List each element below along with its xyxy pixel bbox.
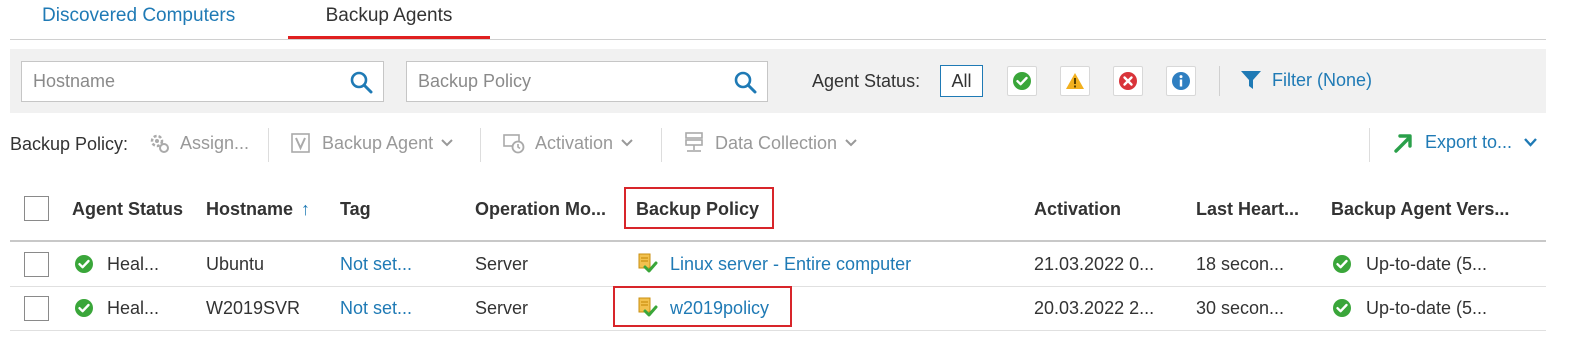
column-tag[interactable]: Tag	[340, 199, 371, 220]
hostname-search-input[interactable]	[33, 71, 333, 92]
error-icon	[1119, 72, 1137, 90]
activation-icon	[503, 134, 525, 154]
activation-label: Activation	[535, 132, 614, 153]
policy-search-input[interactable]	[418, 71, 718, 92]
status-error-button[interactable]	[1113, 66, 1143, 96]
healthy-icon	[1333, 255, 1351, 273]
sort-ascending-icon: ↑	[301, 199, 311, 219]
search-icon[interactable]	[349, 70, 373, 94]
filter-bar: Agent Status: All Filter (None)	[10, 49, 1546, 113]
export-arrow-icon	[1394, 133, 1412, 153]
row-checkbox[interactable]	[24, 296, 49, 321]
tab-bar: Discovered Computers Backup Agents	[10, 0, 1546, 40]
status-warning-button[interactable]	[1060, 66, 1090, 96]
column-last-heartbeat[interactable]: Last Heart...	[1196, 199, 1299, 220]
column-agent-status[interactable]: Agent Status	[72, 199, 183, 220]
operation-mode-cell: Server	[475, 254, 529, 274]
chevron-down-icon	[845, 139, 857, 147]
data-collection-icon	[685, 132, 703, 152]
tab-discovered-computers[interactable]: Discovered Computers	[42, 0, 235, 38]
agent-status-label: Agent Status:	[812, 71, 921, 91]
activation-cell: 20.03.2022 2...	[1034, 298, 1155, 318]
status-healthy-button[interactable]	[1007, 66, 1037, 96]
tag-link[interactable]: Not set...	[340, 298, 412, 319]
toolbar-separator	[480, 128, 481, 162]
table-header: Agent Status Hostname ↑ Tag Operation Mo.…	[10, 178, 1546, 242]
healthy-icon	[1013, 72, 1031, 90]
table-row[interactable]: Heal... Ubuntu Not set... Server Linux s…	[10, 243, 1546, 287]
activation-cell: 21.03.2022 0...	[1034, 254, 1155, 274]
row-checkbox[interactable]	[24, 252, 49, 277]
backup-policy-toolbar-label: Backup Policy:	[10, 134, 129, 154]
assign-label: Assign...	[180, 132, 250, 153]
filter-separator	[1219, 66, 1220, 96]
column-operation-mode[interactable]: Operation Mo...	[475, 199, 606, 220]
status-info-button[interactable]	[1166, 66, 1196, 96]
agent-version-cell: Up-to-date (5...	[1366, 254, 1488, 274]
hostname-cell: W2019SVR	[206, 298, 301, 318]
toolbar: Backup Policy: Assign... Backup Agent Ac…	[10, 128, 1546, 162]
tag-link[interactable]: Not set...	[340, 254, 412, 275]
hostname-cell: Ubuntu	[206, 254, 265, 274]
column-agent-version[interactable]: Backup Agent Vers...	[1331, 199, 1509, 220]
toolbar-separator	[268, 128, 269, 162]
column-hostname-label: Hostname	[206, 199, 294, 219]
column-activation[interactable]: Activation	[1034, 199, 1121, 220]
info-icon	[1172, 72, 1190, 90]
highlight-box-policy-cell	[613, 286, 792, 327]
healthy-icon	[1333, 299, 1351, 317]
toolbar-separator	[661, 128, 662, 162]
last-heartbeat-cell: 18 secon...	[1196, 254, 1285, 274]
agent-status-cell: Heal...	[107, 254, 160, 274]
backup-agent-menu[interactable]: Backup Agent	[290, 132, 463, 154]
backup-agent-label: Backup Agent	[322, 132, 434, 153]
column-hostname[interactable]: Hostname ↑	[206, 199, 310, 220]
healthy-icon	[75, 255, 93, 273]
assign-button[interactable]: Assign...	[148, 132, 249, 154]
chevron-down-icon	[1524, 138, 1537, 147]
select-all-checkbox[interactable]	[24, 196, 49, 221]
policy-search	[406, 61, 768, 102]
status-all-button[interactable]: All	[940, 65, 983, 97]
data-collection-menu[interactable]: Data Collection	[683, 132, 867, 154]
funnel-icon	[1241, 71, 1261, 89]
warning-icon	[1066, 73, 1084, 89]
export-label: Export to...	[1425, 132, 1513, 152]
data-collection-label: Data Collection	[715, 132, 838, 153]
activation-menu[interactable]: Activation	[503, 132, 643, 154]
export-menu[interactable]: Export to...	[1393, 132, 1537, 153]
highlight-box-policy-column	[624, 187, 774, 229]
gear-assign-icon	[150, 134, 169, 153]
hostname-search	[21, 61, 384, 102]
chevron-down-icon	[621, 139, 633, 147]
chevron-down-icon	[441, 139, 453, 147]
filter-button[interactable]: Filter (None)	[1240, 69, 1372, 91]
healthy-icon	[75, 299, 93, 317]
agent-status-cell: Heal...	[107, 298, 160, 318]
search-icon[interactable]	[733, 70, 757, 94]
filter-label: Filter (None)	[1272, 69, 1373, 90]
tab-backup-agents[interactable]: Backup Agents	[288, 0, 490, 39]
policy-scroll-icon	[638, 253, 658, 273]
operation-mode-cell: Server	[475, 298, 529, 318]
agent-version-cell: Up-to-date (5...	[1366, 298, 1488, 318]
backup-policy-link[interactable]: Linux server - Entire computer	[670, 254, 911, 275]
toolbar-separator	[1369, 128, 1370, 162]
backup-agent-icon	[291, 133, 310, 153]
last-heartbeat-cell: 30 secon...	[1196, 298, 1285, 318]
